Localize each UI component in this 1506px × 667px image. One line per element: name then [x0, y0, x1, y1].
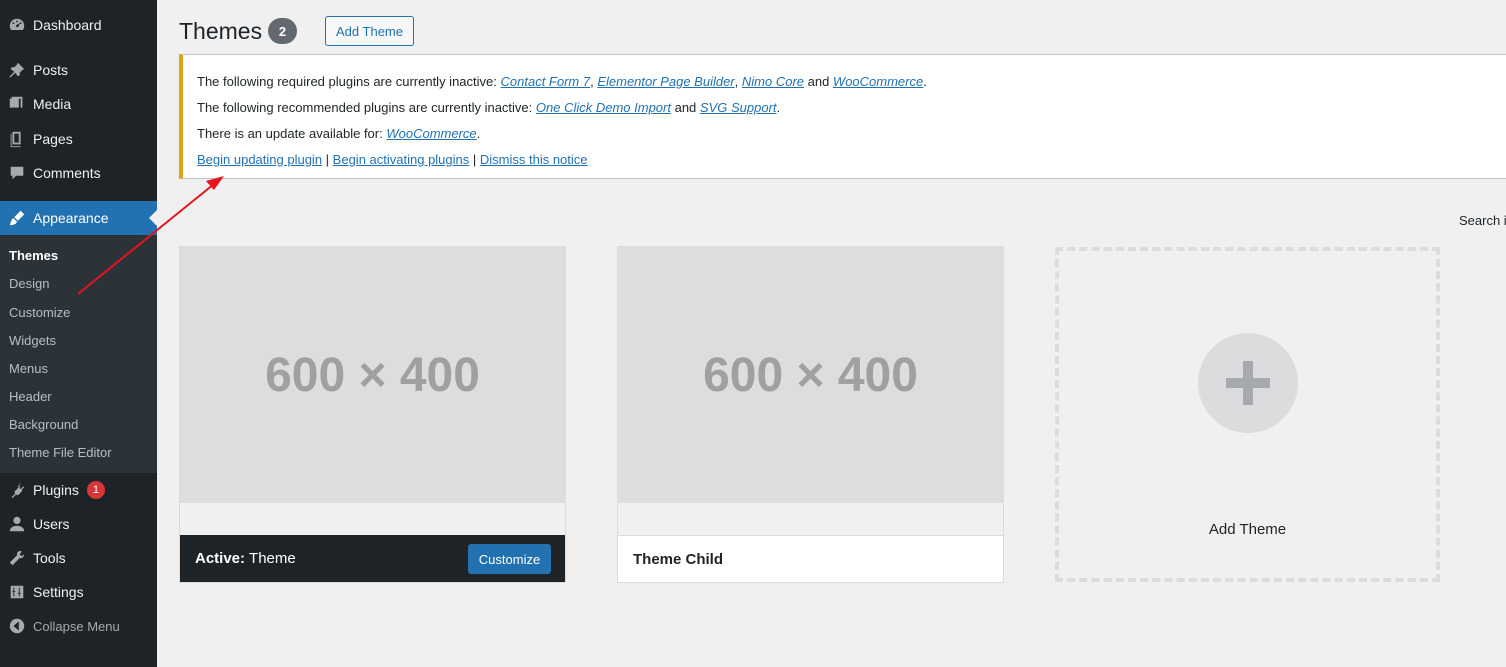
wrench-icon: [0, 549, 33, 567]
menu-appearance-label: Appearance: [33, 210, 109, 226]
link-svg-support[interactable]: SVG Support: [700, 100, 777, 115]
dashboard-icon: [0, 16, 33, 34]
theme-card-active[interactable]: 600 × 400 Active: Theme Customize: [179, 246, 566, 583]
theme-name: Theme Child: [618, 535, 1003, 582]
notice-and: and: [804, 74, 833, 89]
menu-comments-label: Comments: [33, 165, 101, 181]
add-new-theme-label: Add Theme: [1208, 521, 1287, 538]
add-theme-button[interactable]: Add Theme: [325, 16, 414, 46]
begin-activating-plugins-link[interactable]: Begin activating plugins: [333, 152, 470, 167]
link-woocommerce[interactable]: WooCommerce: [833, 74, 923, 89]
settings-icon: [0, 583, 33, 601]
submenu-design[interactable]: Design: [9, 276, 49, 291]
begin-updating-plugin-link[interactable]: Begin updating plugin: [197, 152, 322, 167]
notice-period: .: [776, 100, 781, 115]
plugin-notice: The following required plugins are curre…: [179, 54, 1506, 179]
page-title: Themes: [179, 18, 263, 44]
link-nimo-core[interactable]: Nimo Core: [742, 74, 804, 89]
theme-card-child[interactable]: 600 × 400 Theme Child: [617, 246, 1004, 583]
collapse-menu-label: Collapse Menu: [33, 618, 120, 634]
submenu-widgets[interactable]: Widgets: [9, 333, 56, 348]
collapse-icon: [0, 617, 33, 635]
menu-posts-label: Posts: [33, 62, 69, 78]
menu-pages[interactable]: Pages: [0, 122, 157, 156]
menu-plugins[interactable]: Plugins 1: [0, 473, 157, 507]
submenu-themes[interactable]: Themes: [9, 248, 58, 263]
menu-users[interactable]: Users: [0, 507, 157, 541]
comment-icon: [0, 164, 33, 182]
menu-appearance[interactable]: Appearance: [0, 201, 157, 235]
notice-required-text: The following required plugins are curre…: [197, 74, 501, 89]
submenu-customize[interactable]: Customize: [9, 305, 70, 320]
notice-required-line: The following required plugins are curre…: [197, 74, 927, 89]
notice-action-separator: |: [322, 152, 333, 167]
theme-screenshot: 600 × 400: [180, 247, 565, 503]
admin-sidebar: Dashboard Posts Media Pages Comments App…: [0, 0, 157, 667]
menu-settings[interactable]: Settings: [0, 575, 157, 609]
menu-settings-label: Settings: [33, 584, 84, 600]
menu-plugins-label: Plugins: [33, 482, 79, 498]
theme-screenshot: 600 × 400: [618, 247, 1003, 503]
notice-actions: Begin updating plugin | Begin activating…: [197, 152, 588, 167]
pages-icon: [0, 130, 33, 148]
plus-icon: [1198, 333, 1298, 433]
add-new-theme-card[interactable]: Add Theme: [1055, 247, 1440, 582]
user-icon: [0, 515, 33, 533]
notice-period: .: [476, 126, 481, 141]
theme-name: Theme: [249, 550, 296, 567]
submenu-background[interactable]: Background: [9, 417, 78, 432]
customize-button[interactable]: Customize: [468, 544, 551, 574]
notice-and: and: [670, 100, 700, 115]
plugin-icon: [0, 481, 33, 499]
theme-card-band: [180, 503, 565, 535]
menu-posts[interactable]: Posts: [0, 53, 157, 87]
theme-name-bar: Active: Theme Customize: [180, 535, 565, 582]
submenu-header[interactable]: Header: [9, 389, 52, 404]
appearance-submenu: Themes Design Customize Widgets Menus He…: [0, 235, 157, 473]
pin-icon: [0, 61, 33, 79]
menu-media[interactable]: Media: [0, 87, 157, 121]
notice-action-separator: |: [469, 152, 480, 167]
submenu-theme-file-editor[interactable]: Theme File Editor: [9, 445, 112, 460]
menu-media-label: Media: [33, 96, 72, 112]
media-icon: [0, 95, 33, 113]
menu-dashboard[interactable]: Dashboard: [0, 8, 157, 42]
collapse-menu-button[interactable]: Collapse Menu: [0, 609, 157, 643]
menu-users-label: Users: [33, 516, 70, 532]
menu-comments[interactable]: Comments: [0, 156, 157, 190]
menu-tools-label: Tools: [33, 550, 66, 566]
submenu-menus[interactable]: Menus: [9, 361, 48, 376]
notice-separator: ,: [734, 74, 742, 89]
theme-card-band: [618, 503, 1003, 535]
link-woocommerce-update[interactable]: WooCommerce: [386, 126, 476, 141]
menu-dashboard-label: Dashboard: [33, 17, 102, 33]
active-label: Active:: [195, 550, 246, 567]
menu-pages-label: Pages: [33, 131, 73, 147]
notice-update-line: There is an update available for: WooCom…: [197, 126, 480, 141]
notice-recommended-text: The following recommended plugins are cu…: [197, 100, 536, 115]
notice-recommended-line: The following recommended plugins are cu…: [197, 100, 780, 115]
menu-tools[interactable]: Tools: [0, 541, 157, 575]
theme-count-badge: 2: [268, 18, 297, 44]
plugins-update-badge: 1: [86, 481, 105, 499]
link-contact-form-7[interactable]: Contact Form 7: [501, 74, 591, 89]
link-elementor[interactable]: Elementor Page Builder: [597, 74, 734, 89]
search-installed-themes-label: Search in: [1459, 213, 1506, 228]
notice-period: .: [923, 74, 927, 89]
brush-icon: [0, 209, 33, 227]
notice-update-text: There is an update available for:: [197, 126, 387, 141]
dismiss-notice-link[interactable]: Dismiss this notice: [480, 152, 588, 167]
link-one-click-demo-import[interactable]: One Click Demo Import: [536, 100, 671, 115]
